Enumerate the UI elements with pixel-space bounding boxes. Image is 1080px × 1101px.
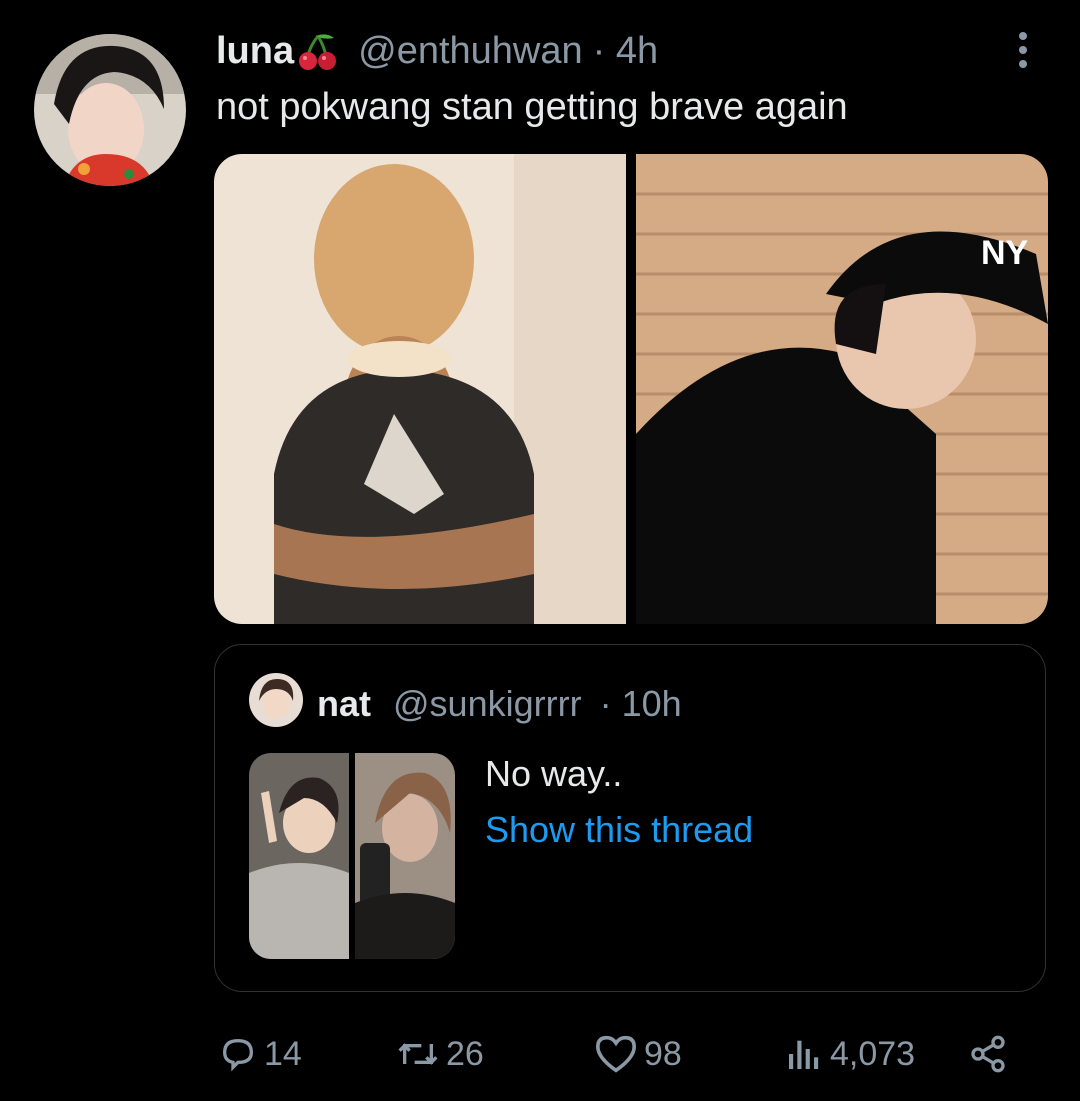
retweet-count: 26	[446, 1034, 484, 1073]
views-icon	[784, 1034, 824, 1074]
quoted-photo-right	[355, 753, 455, 959]
quoted-author-avatar[interactable]	[249, 673, 303, 727]
action-bar: 14 26 98 4,073	[0, 1030, 1080, 1080]
quoted-media[interactable]	[249, 753, 455, 959]
tweet-media: NY	[214, 154, 1048, 624]
retweet-icon	[396, 1034, 440, 1074]
quoted-header: nat @sunkigrrrr · 10h	[317, 683, 682, 725]
media-photo-right[interactable]: NY	[636, 154, 1048, 624]
reply-icon	[218, 1034, 258, 1074]
tweet-header: luna @enthuhwan · 4h	[216, 30, 658, 73]
svg-text:NY: NY	[981, 234, 1029, 272]
author-handle[interactable]: @enthuhwan	[358, 30, 583, 73]
quoted-author-name[interactable]: nat	[317, 683, 371, 724]
more-vertical-icon[interactable]	[1008, 30, 1038, 70]
views-count: 4,073	[830, 1034, 916, 1073]
views-button[interactable]: 4,073	[784, 1034, 915, 1074]
tweet-text: not pokwang stan getting brave again	[216, 86, 848, 128]
reply-button[interactable]: 14	[218, 1034, 302, 1074]
author-name[interactable]: luna	[216, 30, 294, 73]
like-count: 98	[644, 1034, 682, 1073]
retweet-button[interactable]: 26	[396, 1034, 484, 1074]
quoted-tweet[interactable]: nat @sunkigrrrr · 10h No way.. Show this	[214, 644, 1046, 992]
reply-count: 14	[264, 1034, 302, 1073]
share-button[interactable]	[966, 1034, 1010, 1074]
tweet-time[interactable]: · 4h	[593, 30, 658, 73]
show-thread-link[interactable]: Show this thread	[485, 809, 753, 851]
quoted-time[interactable]: · 10h	[600, 683, 682, 724]
media-photo-left[interactable]	[214, 154, 626, 624]
share-icon	[966, 1034, 1010, 1074]
quoted-photo-left	[249, 753, 349, 959]
quoted-text: No way..	[485, 753, 623, 794]
quoted-author-handle[interactable]: @sunkigrrrr	[393, 683, 582, 724]
cherries-emoji-icon	[296, 32, 340, 72]
author-avatar[interactable]	[34, 34, 186, 186]
like-button[interactable]: 98	[594, 1034, 682, 1074]
heart-icon	[594, 1034, 638, 1074]
